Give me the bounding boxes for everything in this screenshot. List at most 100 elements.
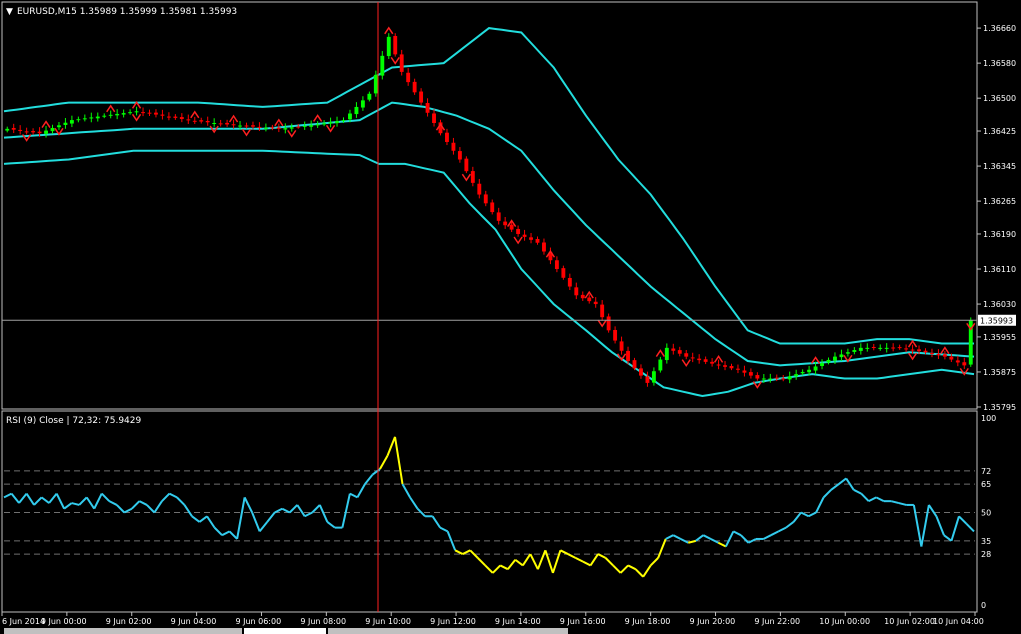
candle-body[interactable]: [949, 356, 954, 360]
candle-body[interactable]: [76, 119, 81, 121]
candle-body[interactable]: [406, 72, 411, 83]
candle-body[interactable]: [477, 183, 482, 195]
candle-body[interactable]: [89, 117, 94, 119]
candle-body[interactable]: [251, 125, 255, 127]
candle-body[interactable]: [664, 347, 669, 361]
candle-body[interactable]: [24, 131, 29, 133]
candle-body[interactable]: [794, 374, 799, 377]
candle-body[interactable]: [736, 368, 740, 370]
candle-body[interactable]: [658, 359, 663, 371]
candle-body[interactable]: [289, 127, 294, 129]
candle-body[interactable]: [910, 349, 915, 351]
candle-body[interactable]: [490, 202, 495, 213]
candle-body[interactable]: [322, 123, 327, 125]
candle-body[interactable]: [613, 329, 618, 341]
candle-body[interactable]: [57, 125, 61, 128]
candle-body[interactable]: [63, 122, 68, 125]
candle-body[interactable]: [690, 357, 695, 359]
candle-body[interactable]: [44, 130, 48, 134]
candle-body[interactable]: [108, 114, 113, 116]
candle-body[interactable]: [865, 347, 870, 349]
candle-body[interactable]: [173, 116, 178, 118]
candle-body[interactable]: [186, 119, 191, 121]
candle-body[interactable]: [606, 316, 611, 331]
candle-body[interactable]: [936, 353, 941, 356]
candle-body[interactable]: [419, 91, 424, 103]
candle-body[interactable]: [787, 376, 792, 380]
candle-body[interactable]: [774, 377, 779, 379]
candle-body[interactable]: [457, 151, 462, 160]
candle-body[interactable]: [742, 370, 747, 373]
candle-body[interactable]: [341, 120, 346, 122]
candle-body[interactable]: [296, 126, 301, 128]
candle-body[interactable]: [82, 118, 87, 120]
candle-body[interactable]: [697, 358, 702, 361]
candle-body[interactable]: [134, 111, 139, 113]
candle-body[interactable]: [813, 366, 818, 371]
candle-body[interactable]: [917, 349, 921, 352]
candle-body[interactable]: [412, 81, 417, 93]
candle-body[interactable]: [962, 362, 967, 366]
candle-body[interactable]: [179, 117, 184, 119]
candle-body[interactable]: [154, 112, 158, 115]
candle-body[interactable]: [729, 366, 734, 369]
chart-tab-1[interactable]: [4, 628, 242, 634]
candle-body[interactable]: [710, 361, 715, 364]
candle-body[interactable]: [302, 125, 307, 127]
candle-body[interactable]: [212, 123, 217, 125]
candle-body[interactable]: [238, 125, 242, 127]
candle-body[interactable]: [11, 127, 16, 130]
candle-body[interactable]: [451, 142, 456, 151]
candle-body[interactable]: [761, 378, 766, 380]
candle-body[interactable]: [354, 106, 359, 115]
candle-body[interactable]: [593, 301, 598, 305]
candle-body[interactable]: [360, 100, 365, 108]
candle-body[interactable]: [205, 120, 210, 123]
candle-body[interactable]: [839, 354, 844, 358]
candle-body[interactable]: [703, 359, 708, 362]
candle-body[interactable]: [367, 93, 372, 100]
candle-body[interactable]: [580, 294, 585, 299]
candle-body[interactable]: [671, 348, 676, 351]
candle-body[interactable]: [871, 346, 876, 348]
candle-body[interactable]: [244, 125, 249, 127]
candle-body[interactable]: [160, 114, 165, 116]
candle-body[interactable]: [128, 112, 133, 114]
candle-body[interactable]: [858, 347, 863, 351]
candle-body[interactable]: [930, 353, 934, 355]
candle-body[interactable]: [276, 127, 281, 129]
candle-body[interactable]: [309, 125, 314, 127]
candle-body[interactable]: [270, 127, 275, 129]
candle-body[interactable]: [723, 365, 727, 367]
candle-body[interactable]: [445, 132, 449, 142]
candle-body[interactable]: [50, 127, 55, 132]
candle-body[interactable]: [425, 103, 430, 113]
candle-body[interactable]: [95, 116, 100, 119]
candle-body[interactable]: [554, 260, 559, 270]
candle-body[interactable]: [483, 194, 488, 204]
candle-body[interactable]: [826, 359, 831, 363]
candle-body[interactable]: [567, 277, 572, 287]
candle-body[interactable]: [115, 113, 120, 116]
candle-body[interactable]: [231, 124, 236, 126]
candle-body[interactable]: [328, 122, 333, 124]
candle-body[interactable]: [748, 372, 753, 376]
candle-body[interactable]: [147, 112, 152, 114]
candle-body[interactable]: [684, 353, 689, 357]
candle-body[interactable]: [503, 221, 508, 226]
candle-body[interactable]: [399, 54, 404, 72]
candle-body[interactable]: [166, 116, 171, 118]
candle-body[interactable]: [69, 120, 74, 124]
candle-body[interactable]: [496, 212, 501, 221]
candle-body[interactable]: [677, 350, 682, 354]
candle-body[interactable]: [807, 369, 812, 373]
chart-tab-3[interactable]: [328, 628, 568, 634]
candle-body[interactable]: [199, 120, 204, 122]
candle-body[interactable]: [102, 115, 107, 117]
candle-body[interactable]: [535, 239, 540, 243]
candle-body[interactable]: [755, 375, 760, 379]
candle-body[interactable]: [768, 378, 773, 380]
candle-body[interactable]: [373, 74, 378, 94]
window-menu-icon[interactable]: ▼: [6, 7, 13, 17]
candle-body[interactable]: [529, 237, 533, 240]
